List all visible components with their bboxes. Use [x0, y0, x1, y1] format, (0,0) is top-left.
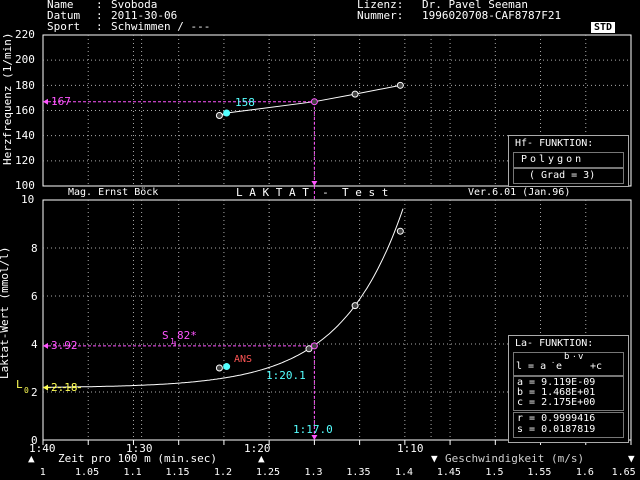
speed-tick-label: 1.65	[611, 467, 636, 478]
la-formula-left: l = a	[516, 361, 547, 372]
s182-label: S	[162, 329, 169, 342]
la-axis-label: Laktat-Wert (mmol/l)	[0, 246, 11, 379]
la-data-point	[351, 302, 359, 310]
la-tick-8: 8	[31, 242, 38, 255]
la-formula-e: e	[556, 361, 563, 372]
zeit-axis-label: Zeit pro 100 m (min.sec)	[58, 452, 217, 465]
nummer-label: Nummer:	[357, 9, 404, 22]
hf-data-point	[351, 90, 359, 98]
hf-tick-220: 220	[15, 28, 35, 41]
hf-167-label: 167	[51, 95, 71, 108]
nummer-value: 1996020708-CAF8787F21	[422, 9, 562, 22]
hf-function-grad: ( Grad = 3)	[529, 170, 596, 181]
ans-label: ANS	[234, 354, 253, 365]
geschw-arrow-right-icon: ▼	[628, 452, 635, 465]
la-fit-curve	[43, 208, 404, 388]
speed-tick-label: 1.6	[575, 467, 594, 478]
hf-tick-160: 160	[15, 104, 35, 117]
std-badge[interactable]: STD	[591, 22, 616, 33]
hf-tick-120: 120	[15, 154, 35, 167]
la-tick-10: 10	[21, 193, 35, 206]
hf-data-point	[223, 109, 231, 117]
speed-tick-label: 1.5	[485, 467, 504, 478]
hf-function-panel: Hf- FUNKTION: Polygon ( Grad = 3)	[508, 135, 629, 187]
la-formula-right: +c	[590, 361, 603, 372]
la-tick-6: 6	[31, 290, 38, 303]
time-tick-110: 1:10	[397, 442, 424, 455]
hf-function-title: Hf- FUNKTION:	[515, 138, 594, 149]
la-formula-exp: b	[564, 352, 570, 362]
l0-label: L	[16, 378, 23, 391]
speed-tick-label: 1.25	[255, 467, 281, 478]
speed-tick-label: 1.15	[165, 467, 190, 478]
hf-data-point	[215, 112, 223, 120]
la-data-point	[215, 364, 223, 372]
zeit-arrow-right-icon: ▲	[258, 452, 265, 465]
la-data-point	[310, 342, 318, 350]
speed-tick-label: 1.2	[214, 467, 233, 478]
la-218-arrow	[43, 384, 48, 391]
la-data-point	[223, 363, 231, 371]
hf-tick-200: 200	[15, 53, 35, 66]
s182-sub: 1	[170, 337, 175, 346]
geschw-arrow-icon: ▼	[431, 452, 438, 465]
author-label: Mag. Ernst Böck	[68, 187, 159, 198]
hf-158-label: 158	[235, 96, 255, 109]
test-title: L A K T A T - T e s t	[236, 186, 389, 199]
speed-tick-label: 1	[39, 467, 46, 478]
speed-tick-label: 1.4	[394, 467, 413, 478]
la-218-label: 2.18	[51, 381, 78, 394]
time-1170-label: 1:17.0	[293, 423, 333, 436]
geschw-axis-label: Geschwindigkeit (m/s)	[445, 452, 585, 465]
la-data-point	[396, 227, 404, 235]
hf-function-type: Polygon	[521, 154, 585, 165]
la-tick-2: 2	[31, 386, 38, 399]
hf-tick-140: 140	[15, 129, 35, 142]
version-label: Ver.6.01 (Jan.96)	[468, 187, 571, 198]
hf-tick-100: 100	[15, 179, 35, 192]
speed-tick-label: 1.45	[436, 467, 461, 478]
hf-167-arrow	[43, 98, 48, 105]
la-tick-4: 4	[31, 338, 38, 351]
hf-tick-180: 180	[15, 79, 35, 92]
l0-sub: 0	[24, 386, 29, 395]
speed-tick-label: 1.55	[527, 467, 552, 478]
speed-tick-label: 1.35	[346, 467, 371, 478]
la-formula-exp2: v	[578, 352, 584, 362]
la-formula-exp-dot: .	[572, 350, 577, 359]
la-param-s: s = 0.0187819	[517, 424, 596, 435]
speed-tick-label: 1.05	[75, 467, 100, 478]
la-param-r: r = 0.9999416	[517, 413, 596, 424]
hf-axis-label: Herzfrequenz (1/min)	[1, 32, 14, 165]
time-1201-label: 1:20.1	[266, 369, 306, 382]
sport-colon: :	[96, 20, 103, 33]
la-formula-dot: .	[551, 357, 556, 365]
zeit-arrow-icon: ▲	[28, 452, 35, 465]
la-function-title: La- FUNKTION:	[515, 338, 594, 349]
speed-tick-label: 1.3	[304, 467, 323, 478]
sport-value: Schwimmen / ---	[111, 20, 211, 33]
la-392-label: 3.92	[51, 339, 78, 352]
sport-label: Sport	[47, 20, 81, 33]
la-param-c: c = 2.175E+00	[517, 397, 596, 408]
hf-data-point	[310, 98, 318, 106]
la-function-panel: La- FUNKTION: l = a . e b . v +c a = 9.1…	[508, 335, 629, 443]
s182-value: 82*	[177, 329, 197, 342]
speed-tick-label: 1.1	[123, 467, 142, 478]
hf-data-point	[396, 81, 404, 89]
